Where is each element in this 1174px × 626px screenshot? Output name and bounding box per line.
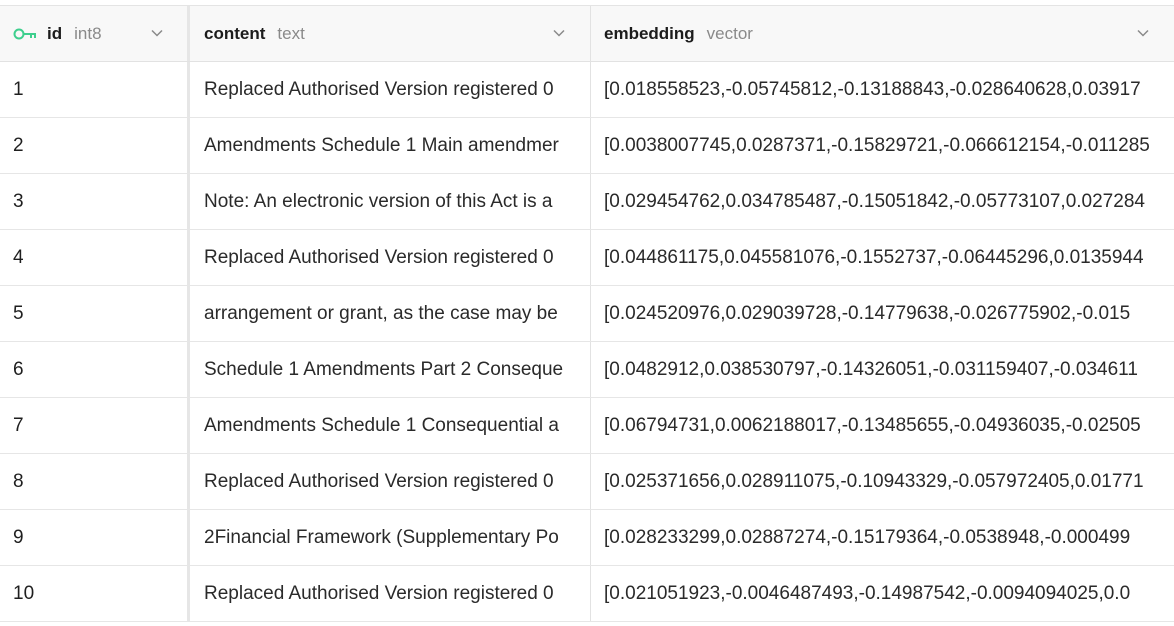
- column-type: vector: [706, 23, 753, 43]
- cell-id[interactable]: 8: [0, 454, 190, 509]
- cell-id[interactable]: 2: [0, 118, 190, 173]
- table-row[interactable]: 1 Replaced Authorised Version registered…: [0, 62, 1174, 118]
- chevron-down-icon[interactable]: [150, 26, 164, 40]
- table-row[interactable]: 6 Schedule 1 Amendments Part 2 Conseque …: [0, 342, 1174, 398]
- column-name: content: [204, 23, 266, 43]
- cell-content[interactable]: Amendments Schedule 1 Main amendmer: [190, 118, 591, 173]
- table-row[interactable]: 4 Replaced Authorised Version registered…: [0, 230, 1174, 286]
- cell-embedding[interactable]: [0.018558523,-0.05745812,-0.13188843,-0.…: [591, 62, 1174, 117]
- table-row[interactable]: 5 arrangement or grant, as the case may …: [0, 286, 1174, 342]
- data-grid: id int8 content text embedding vector 1 …: [0, 0, 1174, 626]
- cell-embedding[interactable]: [0.021051923,-0.0046487493,-0.14987542,-…: [591, 566, 1174, 621]
- cell-embedding[interactable]: [0.024520976,0.029039728,-0.14779638,-0.…: [591, 286, 1174, 341]
- cell-content[interactable]: Replaced Authorised Version registered 0: [190, 62, 591, 117]
- cell-id[interactable]: 7: [0, 398, 190, 453]
- cell-content[interactable]: Replaced Authorised Version registered 0: [190, 454, 591, 509]
- grid-body: 1 Replaced Authorised Version registered…: [0, 62, 1174, 622]
- column-header-content[interactable]: content text: [190, 6, 591, 61]
- column-name: id: [47, 23, 63, 43]
- cell-embedding[interactable]: [0.029454762,0.034785487,-0.15051842,-0.…: [591, 174, 1174, 229]
- cell-embedding[interactable]: [0.044861175,0.045581076,-0.1552737,-0.0…: [591, 230, 1174, 285]
- chevron-down-icon[interactable]: [552, 26, 566, 40]
- grid-header: id int8 content text embedding vector: [0, 6, 1174, 62]
- cell-embedding[interactable]: [0.0038007745,0.0287371,-0.15829721,-0.0…: [591, 118, 1174, 173]
- column-type: text: [277, 23, 305, 43]
- column-header-id[interactable]: id int8: [0, 6, 190, 61]
- cell-content[interactable]: 2Financial Framework (Supplementary Po: [190, 510, 591, 565]
- cell-embedding[interactable]: [0.06794731,0.0062188017,-0.13485655,-0.…: [591, 398, 1174, 453]
- cell-id[interactable]: 10: [0, 566, 190, 621]
- table-row[interactable]: 10 Replaced Authorised Version registere…: [0, 566, 1174, 622]
- table-row[interactable]: 8 Replaced Authorised Version registered…: [0, 454, 1174, 510]
- cell-id[interactable]: 1: [0, 62, 190, 117]
- cell-content[interactable]: Replaced Authorised Version registered 0: [190, 566, 591, 621]
- cell-embedding[interactable]: [0.028233299,0.02887274,-0.15179364,-0.0…: [591, 510, 1174, 565]
- column-type: int8: [74, 23, 102, 43]
- cell-id[interactable]: 6: [0, 342, 190, 397]
- cell-id[interactable]: 3: [0, 174, 190, 229]
- table-row[interactable]: 2 Amendments Schedule 1 Main amendmer [0…: [0, 118, 1174, 174]
- column-header-embedding[interactable]: embedding vector: [591, 6, 1174, 61]
- cell-id[interactable]: 5: [0, 286, 190, 341]
- table-row[interactable]: 9 2Financial Framework (Supplementary Po…: [0, 510, 1174, 566]
- cell-content[interactable]: Note: An electronic version of this Act …: [190, 174, 591, 229]
- cell-content[interactable]: arrangement or grant, as the case may be: [190, 286, 591, 341]
- table-row[interactable]: 7 Amendments Schedule 1 Consequential a …: [0, 398, 1174, 454]
- cell-embedding[interactable]: [0.025371656,0.028911075,-0.10943329,-0.…: [591, 454, 1174, 509]
- cell-id[interactable]: 9: [0, 510, 190, 565]
- column-name: embedding: [604, 23, 695, 43]
- table-row[interactable]: 3 Note: An electronic version of this Ac…: [0, 174, 1174, 230]
- cell-content[interactable]: Replaced Authorised Version registered 0: [190, 230, 591, 285]
- cell-embedding[interactable]: [0.0482912,0.038530797,-0.14326051,-0.03…: [591, 342, 1174, 397]
- cell-id[interactable]: 4: [0, 230, 190, 285]
- cell-content[interactable]: Amendments Schedule 1 Consequential a: [190, 398, 591, 453]
- primary-key-icon: [13, 28, 36, 39]
- chevron-down-icon[interactable]: [1136, 26, 1150, 40]
- cell-content[interactable]: Schedule 1 Amendments Part 2 Conseque: [190, 342, 591, 397]
